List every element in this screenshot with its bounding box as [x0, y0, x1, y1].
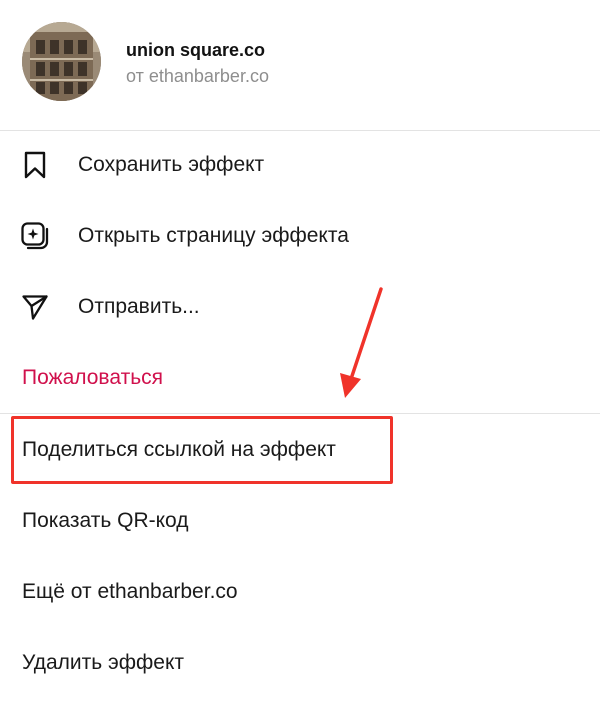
show-qr-item[interactable]: Показать QR-код	[0, 488, 600, 554]
more-from-author-item[interactable]: Ещё от ethanbarber.co	[0, 559, 600, 625]
send-label: Отправить...	[78, 295, 200, 318]
more-from-author-label: Ещё от ethanbarber.co	[22, 580, 238, 603]
annotation-arrow-icon	[340, 287, 383, 398]
effect-avatar[interactable]	[22, 22, 101, 101]
effect-name: union square.co	[126, 40, 266, 60]
report-item[interactable]: Пожаловаться	[0, 345, 600, 411]
save-effect-item[interactable]: Сохранить эффект	[0, 132, 600, 198]
effect-page-icon	[20, 221, 50, 251]
bookmark-icon	[20, 150, 50, 180]
divider-top	[0, 130, 600, 131]
paper-plane-icon	[20, 292, 50, 322]
highlight-box	[11, 416, 393, 484]
open-effect-page-item[interactable]: Открыть страницу эффекта	[0, 203, 600, 269]
report-label: Пожаловаться	[22, 366, 164, 389]
save-effect-label: Сохранить эффект	[78, 153, 265, 176]
divider-middle	[0, 413, 600, 414]
send-item[interactable]: Отправить...	[0, 274, 600, 340]
delete-effect-item[interactable]: Удалить эффект	[0, 630, 600, 696]
delete-effect-label: Удалить эффект	[22, 651, 185, 674]
show-qr-label: Показать QR-код	[22, 509, 189, 532]
effect-header: union square.co от ethanbarber.co	[0, 0, 600, 130]
open-effect-page-label: Открыть страницу эффекта	[78, 224, 349, 247]
effect-author[interactable]: от ethanbarber.co	[126, 66, 269, 87]
